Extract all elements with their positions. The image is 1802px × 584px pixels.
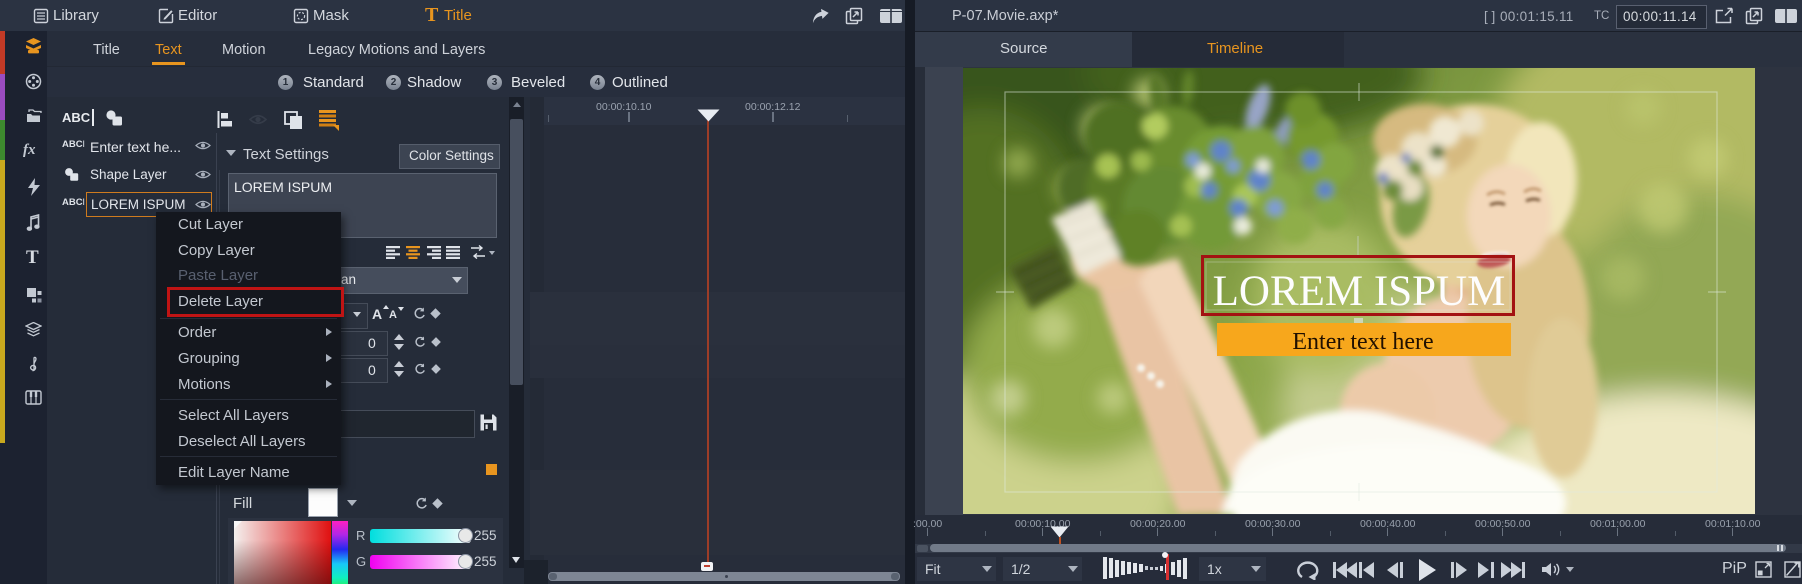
svg-text:LOREM ISPUM: LOREM ISPUM xyxy=(1213,268,1506,315)
svg-text:Enter text here: Enter text here xyxy=(1292,329,1433,355)
